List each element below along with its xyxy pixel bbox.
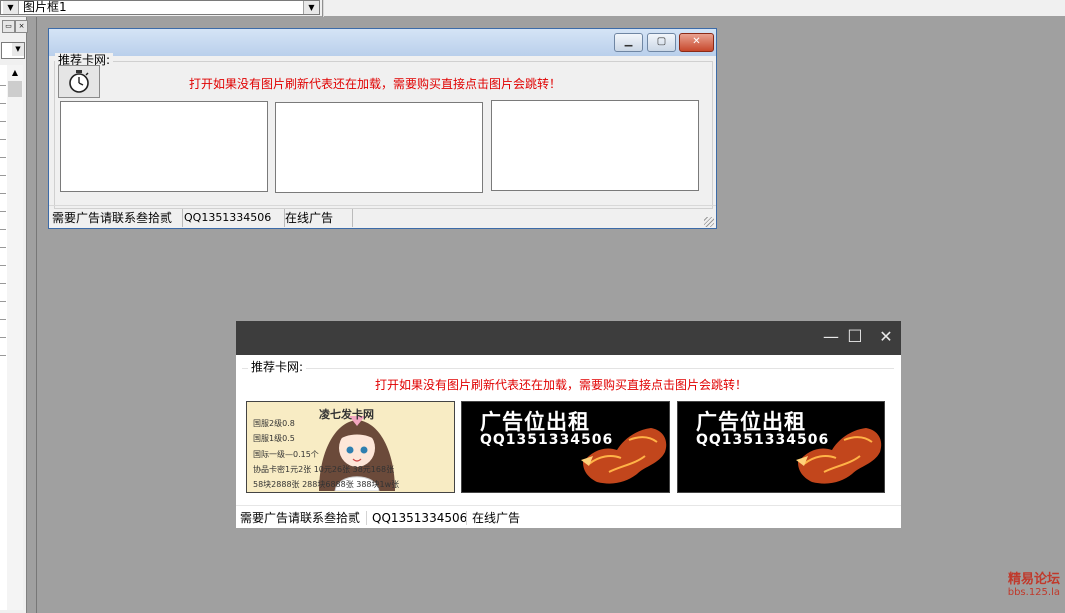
status-cell-contact: 需要广告请联系叁拾贰 (50, 209, 183, 227)
designer-window[interactable]: ▁ ▢ ✕ 推荐卡网: 打开如果没有图片刷新代表还在加载，需要购买直接点击图片会… (48, 28, 717, 229)
maximize-button[interactable]: ▢ (647, 33, 676, 52)
status-bar: 需要广告请联系叁拾贰 QQ1351334506 在线广告 (236, 505, 901, 529)
minimize-icon: ▁ (624, 36, 633, 47)
maximize-icon[interactable]: ☐ (840, 321, 870, 355)
banner-card-shop[interactable]: 凌七发卡网 国服2级0.8 国服1级0.5 国际一级—0.15个 协品卡密1元2… (246, 401, 455, 493)
property-category-combo[interactable]: ▼ (1, 42, 25, 59)
property-scrollbar[interactable]: ▲ (7, 65, 23, 610)
close-icon: ✕ (692, 36, 701, 47)
picture-box-2[interactable] (275, 102, 483, 193)
price-line-2: 国服1级0.5 (253, 434, 295, 443)
status-cell-contact: 需要广告请联系叁拾贰 (240, 511, 361, 525)
status-bar: 需要广告请联系叁拾贰 QQ1351334506 在线广告 (49, 205, 716, 229)
toolbar-separator (322, 0, 324, 17)
status-cell-online-ads: 在线广告 (283, 209, 353, 227)
fire-dragon-image (796, 428, 882, 484)
property-panel: ▭ × ▼ ▲ (0, 17, 28, 613)
designer-titlebar[interactable]: ▁ ▢ ✕ (49, 29, 716, 56)
picture-box-3[interactable] (491, 100, 699, 191)
watermark-url: bbs.125.la (1007, 587, 1060, 598)
chevron-down-icon[interactable]: ▼ (3, 1, 19, 14)
minimize-button[interactable]: ▁ (614, 33, 643, 52)
scroll-up-icon[interactable]: ▲ (7, 65, 23, 80)
restore-icon[interactable]: ▭ (2, 20, 15, 33)
price-line-5: 58块2888张 288块6888张 388块1w张 (253, 480, 400, 489)
maximize-icon: ▢ (656, 36, 667, 47)
status-cell-qq: QQ1351334506 (372, 511, 468, 525)
object-selector-value: 图片框1 (23, 0, 67, 14)
banner-card-title: 凌七发卡网 (319, 408, 374, 421)
price-line-1: 国服2级0.8 (253, 419, 295, 428)
fire-dragon-image (581, 428, 667, 484)
status-separator (466, 511, 467, 525)
scrollbar-thumb[interactable] (8, 81, 22, 97)
group-label: 推荐卡网: (248, 360, 307, 374)
chevron-down-icon[interactable]: ▼ (12, 43, 24, 56)
status-cell-online-ads: 在线广告 (472, 511, 521, 525)
notice-label: 打开如果没有图片刷新代表还在加载，需要购买直接点击图片会跳转！ (189, 77, 562, 91)
close-icon[interactable]: × (15, 20, 28, 33)
watermark-title: 精易论坛 (1007, 572, 1060, 587)
runtime-titlebar[interactable]: — ☐ ✕ (236, 321, 901, 355)
status-cell-qq: QQ1351334506 (182, 209, 285, 227)
picture-box-1[interactable] (60, 101, 268, 192)
stopwatch-icon (69, 70, 89, 93)
price-line-3: 国际一级—0.15个 (253, 450, 319, 459)
close-button[interactable]: ✕ (679, 33, 714, 52)
notice-label: 打开如果没有图片刷新代表还在加载，需要购买直接点击图片会跳转！ (375, 378, 748, 392)
runtime-window[interactable]: — ☐ ✕ 推荐卡网: 打开如果没有图片刷新代表还在加载，需要购买直接点击图片会… (236, 321, 901, 528)
combo-dropdown-button[interactable]: ▼ (303, 1, 319, 14)
object-selector-combo[interactable]: ▼ 图片框1 ▼ (0, 0, 320, 15)
status-separator (366, 511, 367, 525)
banner-ad-rental-2[interactable]: 广告位出租 QQ1351334506 (677, 401, 885, 493)
banner-ad-rental-1[interactable]: 广告位出租 QQ1351334506 (461, 401, 670, 493)
resize-grip-icon[interactable] (704, 217, 714, 227)
recommend-groupbox-line (242, 368, 894, 369)
close-icon[interactable]: ✕ (871, 321, 901, 355)
price-line-4: 协品卡密1元2张 10元26张 38元168张 (253, 465, 395, 474)
canvas-divider (36, 17, 37, 613)
forum-watermark: 精易论坛 bbs.125.la (986, 572, 1060, 599)
timer-control[interactable] (58, 65, 100, 98)
